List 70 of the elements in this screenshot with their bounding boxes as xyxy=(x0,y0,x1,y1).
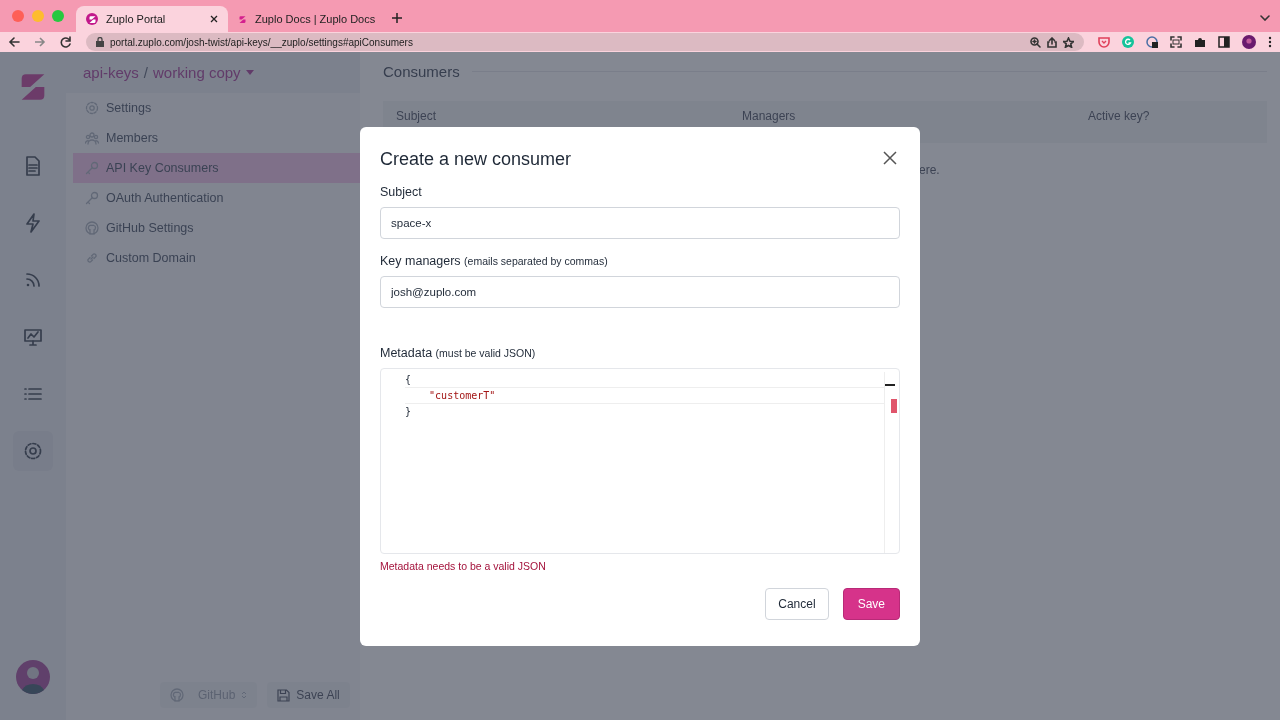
sidebar-item[interactable]: GitHub Settings xyxy=(73,213,360,243)
code-editor[interactable]: { "customerT" } xyxy=(380,368,900,554)
cancel-button[interactable]: Cancel xyxy=(765,588,829,620)
save-button[interactable]: Save xyxy=(842,588,900,620)
code-line: } xyxy=(405,405,413,419)
branch-selector[interactable]: working copy xyxy=(153,64,254,81)
lock-icon xyxy=(96,37,104,47)
zoom-icon xyxy=(1030,36,1041,48)
lightning-icon xyxy=(23,213,43,233)
pocket-icon xyxy=(1098,36,1110,48)
document-icon xyxy=(23,156,43,176)
sidebar-item[interactable]: OAuth Authentication xyxy=(73,183,360,213)
error-marker-icon xyxy=(891,399,897,413)
field-label: Key managers (emails separated by commas) xyxy=(380,254,609,268)
chart-icon xyxy=(23,327,43,347)
field-label: Subject xyxy=(380,185,423,199)
text-field[interactable]: josh@zuplo.com xyxy=(380,276,900,308)
star-icon xyxy=(1063,36,1074,48)
close-icon xyxy=(883,151,897,165)
rss-icon xyxy=(23,270,43,290)
save-all-button[interactable]: Save All xyxy=(267,682,350,708)
share-icon xyxy=(1047,36,1057,48)
settings-icon xyxy=(23,441,43,461)
back-icon xyxy=(8,36,20,48)
project-name[interactable]: api-keys xyxy=(83,64,139,81)
more-menu-icon xyxy=(1268,36,1272,48)
screen-capture-icon xyxy=(1170,36,1182,48)
address-bar[interactable]: portal.zuplo.com/josh-twist/api-keys/__zuplo/settings#apiConsumers xyxy=(86,33,1084,51)
profile-avatar-icon xyxy=(1242,35,1256,49)
sidebar-item[interactable]: Members xyxy=(73,123,360,153)
chevron-down-icon xyxy=(1260,15,1270,21)
sidebar-item[interactable]: Settings xyxy=(73,93,360,123)
link-icon xyxy=(85,251,99,265)
sidebar-item[interactable]: Custom Domain xyxy=(73,243,360,273)
empty-message: ere. xyxy=(919,163,941,177)
dialog-title: Create a new consumer xyxy=(380,149,572,170)
sidebar-icon xyxy=(1218,36,1230,48)
user-avatar-icon xyxy=(16,660,50,694)
code-line: "customerT" xyxy=(405,387,884,404)
floppy-icon xyxy=(277,688,291,702)
close-light-icon xyxy=(12,10,24,22)
grammar-extension-icon xyxy=(1122,36,1134,48)
updown-icon xyxy=(241,690,248,700)
cursor-marker-icon xyxy=(885,384,895,386)
zuplo-logo-icon xyxy=(238,13,247,25)
column-header: Active key? xyxy=(1088,109,1151,123)
key-icon xyxy=(85,161,99,175)
extension-badge-icon xyxy=(1146,36,1158,48)
browser-tab[interactable]: Zuplo Docs | Zuplo Docs xyxy=(228,6,380,32)
section-title: Consumers xyxy=(383,62,460,80)
text-field[interactable]: space-x xyxy=(380,207,900,239)
zuplo-logo-icon xyxy=(86,13,98,25)
minimize-light-icon xyxy=(32,10,44,22)
forward-icon xyxy=(34,36,46,48)
breadcrumb-separator: / xyxy=(143,64,149,81)
close-icon xyxy=(210,15,218,23)
field-label: Metadata (must be valid JSON) xyxy=(380,346,537,360)
column-header: Subject xyxy=(396,109,438,123)
browser-tab[interactable]: Zuplo Portal xyxy=(76,6,228,32)
new-tab-icon xyxy=(392,13,402,23)
sidebar-item[interactable]: API Key Consumers xyxy=(73,153,360,183)
reload-icon xyxy=(60,36,72,48)
column-header: Managers xyxy=(742,109,797,123)
maximize-light-icon xyxy=(52,10,64,22)
gear-icon xyxy=(85,101,99,115)
code-line: { xyxy=(405,373,413,387)
caret-icon xyxy=(245,70,254,75)
key-icon xyxy=(85,191,99,205)
people-icon xyxy=(85,131,99,145)
error-message: Metadata needs to be a valid JSON xyxy=(380,560,547,572)
